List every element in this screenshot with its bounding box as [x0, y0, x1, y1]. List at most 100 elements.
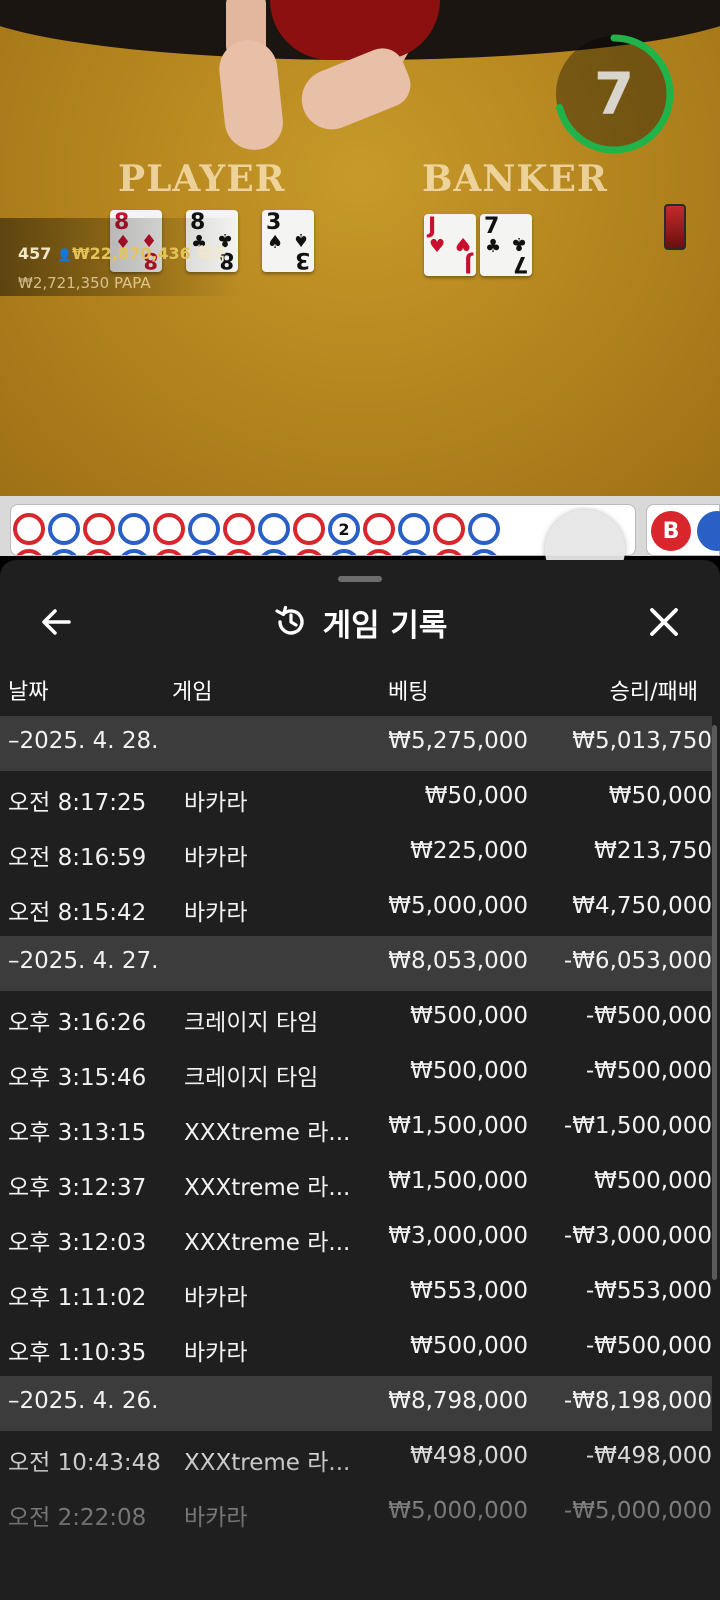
row-result: -₩3,000,000	[563, 1223, 712, 1249]
row-game: XXXtreme 라...	[184, 1175, 351, 1201]
bead-road[interactable]: 2	[10, 504, 636, 556]
history-row[interactable]: 오전 8:16:59 바카라 ₩225,000 ₩213,750	[0, 826, 712, 881]
card-suit-icon: ♥	[454, 233, 471, 254]
history-row[interactable]: 오전 2:22:08 바카라 ₩5,000,000 -₩5,000,000	[0, 1486, 712, 1541]
banker-bead	[363, 549, 395, 555]
bet-info-overlay: 457 👤₩22,870,436 획득 ₩2,721,350 PAPA	[0, 218, 240, 296]
row-time: –2025. 4. 27.	[8, 948, 159, 974]
column-headers: 날짜 게임 베팅 승리/패배	[0, 668, 720, 708]
row-bet: ₩5,000,000	[388, 1498, 528, 1524]
row-bet: ₩500,000	[410, 1333, 528, 1359]
row-bet: ₩3,000,000	[388, 1223, 528, 1249]
card-suit-icon: ♠	[292, 229, 309, 250]
history-row[interactable]: 오후 1:11:02 바카라 ₩553,000 -₩553,000	[0, 1266, 712, 1321]
user-icon: 👤	[56, 248, 72, 262]
total-bet-suffix: 획득	[196, 244, 226, 263]
date-group-row[interactable]: –2025. 4. 27. ₩8,053,000 -₩6,053,000	[0, 936, 712, 991]
player-bead	[188, 549, 220, 555]
history-table[interactable]: –2025. 4. 28. ₩5,275,000 ₩5,013,750 오전 8:17…	[0, 716, 712, 1541]
banker-bead	[13, 549, 45, 555]
tie-count: 2	[338, 519, 350, 539]
history-row[interactable]: 오후 3:16:26 크레이지 타임 ₩500,000 -₩500,000	[0, 991, 712, 1046]
history-row[interactable]: 오전 8:17:25 바카라 ₩50,000 ₩50,000	[0, 771, 712, 826]
user-bet: ₩2,721,350	[18, 274, 110, 292]
row-time: 오전 8:16:59	[8, 845, 147, 871]
close-button[interactable]	[638, 596, 690, 648]
bead-row	[13, 549, 500, 555]
row-bet: ₩553,000	[410, 1278, 528, 1304]
date-group-row[interactable]: –2025. 4. 28. ₩5,275,000 ₩5,013,750	[0, 716, 712, 771]
row-bet: ₩5,275,000	[388, 728, 528, 754]
arrow-left-icon	[42, 609, 71, 635]
banker-bead	[83, 513, 115, 545]
sheet-title-group: 게임 기록	[0, 590, 720, 654]
back-button[interactable]	[30, 596, 82, 648]
row-game: 바카라	[184, 845, 248, 871]
history-row[interactable]: 오전 8:15:42 바카라 ₩5,000,000 ₩4,750,000	[0, 881, 712, 936]
history-row[interactable]: 오후 3:13:15 XXXtreme 라... ₩1,500,000 -₩1,500…	[0, 1101, 712, 1156]
player-count: 457	[18, 244, 52, 263]
banker-bead	[13, 513, 45, 545]
row-result: -₩5,000,000	[563, 1498, 712, 1524]
row-result: -₩498,000	[585, 1443, 712, 1469]
countdown-timer: 7	[550, 30, 678, 158]
row-game: 바카라	[184, 790, 248, 816]
banker-bead	[153, 549, 185, 555]
road-predict-panel[interactable]: B	[646, 504, 720, 556]
player-bead: 2	[328, 513, 360, 545]
row-time: 오후 3:12:37	[8, 1175, 147, 1201]
player-badge[interactable]	[697, 511, 720, 551]
date-group-row[interactable]: –2025. 4. 26. ₩8,798,000 -₩8,198,000	[0, 1376, 712, 1431]
row-bet: ₩8,053,000	[388, 948, 528, 974]
row-result: -₩553,000	[585, 1278, 712, 1304]
player-bead	[48, 549, 80, 555]
user-name: PAPA	[113, 274, 151, 292]
game-history-sheet: 게임 기록 날짜 게임 베팅 승리/패배 –2025. 4. 28. ₩5,275…	[0, 560, 720, 1600]
row-result: ₩4,750,000	[572, 893, 712, 919]
row-time: –2025. 4. 28.	[8, 728, 159, 754]
row-bet: ₩500,000	[410, 1058, 528, 1084]
player-bead	[188, 513, 220, 545]
card-rank: J	[463, 251, 472, 276]
history-row[interactable]: 오전 10:43:48 XXXtreme 라... ₩498,000 -₩498,00…	[0, 1431, 712, 1486]
history-icon	[274, 605, 304, 635]
player-bead	[398, 513, 430, 545]
row-time: 오후 3:16:26	[8, 1010, 147, 1036]
row-game: XXXtreme 라...	[184, 1120, 351, 1146]
row-result: -₩500,000	[585, 1058, 712, 1084]
history-row[interactable]: 오후 1:10:35 바카라 ₩500,000 -₩500,000	[0, 1321, 712, 1376]
banker-bead	[223, 513, 255, 545]
row-result: -₩500,000	[585, 1333, 712, 1359]
row-time: –2025. 4. 26.	[8, 1388, 159, 1414]
history-row[interactable]: 오후 3:15:46 크레이지 타임 ₩500,000 -₩500,000	[0, 1046, 712, 1101]
player-bead	[468, 549, 500, 555]
user-bet-line: ₩2,721,350 PAPA	[18, 274, 151, 292]
sheet-title: 게임 기록	[322, 607, 448, 644]
row-game: 크레이지 타임	[184, 1065, 319, 1091]
chip-stack	[664, 204, 686, 250]
row-time: 오후 1:10:35	[8, 1340, 147, 1366]
row-game: 바카라	[184, 1340, 248, 1366]
player-bead	[398, 549, 430, 555]
sheet-drag-handle[interactable]	[338, 576, 382, 582]
row-game: XXXtreme 라...	[184, 1450, 351, 1476]
bet-info-line: 457 👤₩22,870,436 획득	[18, 240, 226, 264]
player-label: PLAYER	[118, 158, 286, 200]
playing-card: 3 ♠ 3 ♠	[262, 210, 314, 272]
row-bet: ₩8,798,000	[388, 1388, 528, 1414]
player-bead	[118, 549, 150, 555]
row-result: -₩6,053,000	[563, 948, 712, 974]
banker-bead	[293, 513, 325, 545]
banker-bead	[223, 549, 255, 555]
banker-bead	[293, 549, 325, 555]
history-row[interactable]: 오후 3:12:03 XXXtreme 라... ₩3,000,000 -₩3,000…	[0, 1211, 712, 1266]
row-time: 오후 3:15:46	[8, 1065, 147, 1091]
row-result: ₩213,750	[594, 838, 712, 864]
banker-badge[interactable]: B	[651, 511, 691, 551]
roadmap[interactable]: 2 B	[0, 496, 720, 590]
row-time: 오후 1:11:02	[8, 1285, 147, 1311]
row-time: 오후 3:13:15	[8, 1120, 147, 1146]
history-row[interactable]: 오후 3:12:37 XXXtreme 라... ₩1,500,000 ₩500,00…	[0, 1156, 712, 1211]
row-result: ₩500,000	[594, 1168, 712, 1194]
scrollbar[interactable]	[712, 725, 717, 1280]
